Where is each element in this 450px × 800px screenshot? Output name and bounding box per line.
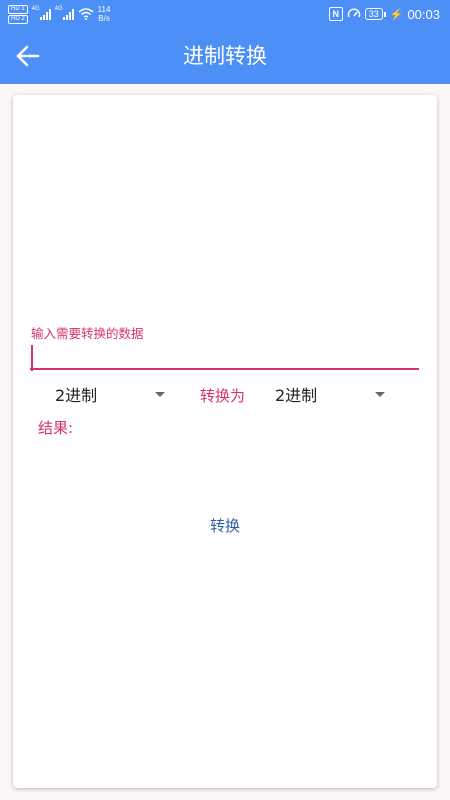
speed-unit: B/s (98, 14, 110, 23)
convert-button[interactable]: 转换 (173, 507, 277, 543)
hd2-badge: HD 2 (8, 14, 28, 24)
status-bar: HD 1 HD 2 4G 4G 114 B/s N 33 ⚡ 00:03 (0, 0, 450, 28)
back-arrow-icon[interactable] (14, 42, 42, 70)
battery-icon: 33 (364, 8, 386, 20)
battery-level: 33 (364, 8, 383, 20)
result-label-text: 结果: (38, 419, 74, 437)
status-left: HD 1 HD 2 4G 4G 114 B/s (8, 4, 110, 24)
input-label: 输入需要转换的数据 (31, 326, 144, 341)
clock: 00:03 (407, 6, 440, 22)
from-base-value: 2进制 (55, 386, 98, 405)
app-bar: 进制转换 (0, 28, 450, 84)
signal-1-icon: 4G (31, 6, 51, 20)
to-base-select[interactable]: 2进制 (275, 381, 385, 407)
hd-badges: HD 1 HD 2 (8, 4, 28, 24)
dropdown-arrow-icon (155, 391, 165, 397)
network-type-2: 4G (54, 6, 63, 12)
page-title: 进制转换 (183, 44, 267, 68)
signal-2-icon: 4G (54, 6, 74, 20)
text-cursor (31, 345, 33, 371)
speedometer-icon (347, 8, 360, 18)
network-speed: 114 B/s (98, 5, 111, 23)
number-input[interactable] (30, 344, 419, 370)
status-right: N 33 ⚡ 00:03 (328, 4, 440, 24)
wifi-icon (78, 8, 94, 20)
speed-value: 114 (97, 5, 111, 14)
charging-icon: ⚡ (389, 8, 404, 21)
to-base-value: 2进制 (275, 386, 318, 405)
from-base-select[interactable]: 2进制 (55, 381, 165, 407)
result-label: 结果: (38, 417, 73, 438)
network-type-1: 4G (31, 6, 40, 12)
convert-to-label: 转换为 (200, 387, 246, 405)
hd1-badge: HD 1 (8, 4, 28, 14)
nfc-icon: N (328, 7, 343, 21)
converter-card: 输入需要转换的数据 2进制 转换为 2进制 结果: 转换 (13, 95, 437, 788)
dropdown-arrow-icon (375, 391, 385, 397)
